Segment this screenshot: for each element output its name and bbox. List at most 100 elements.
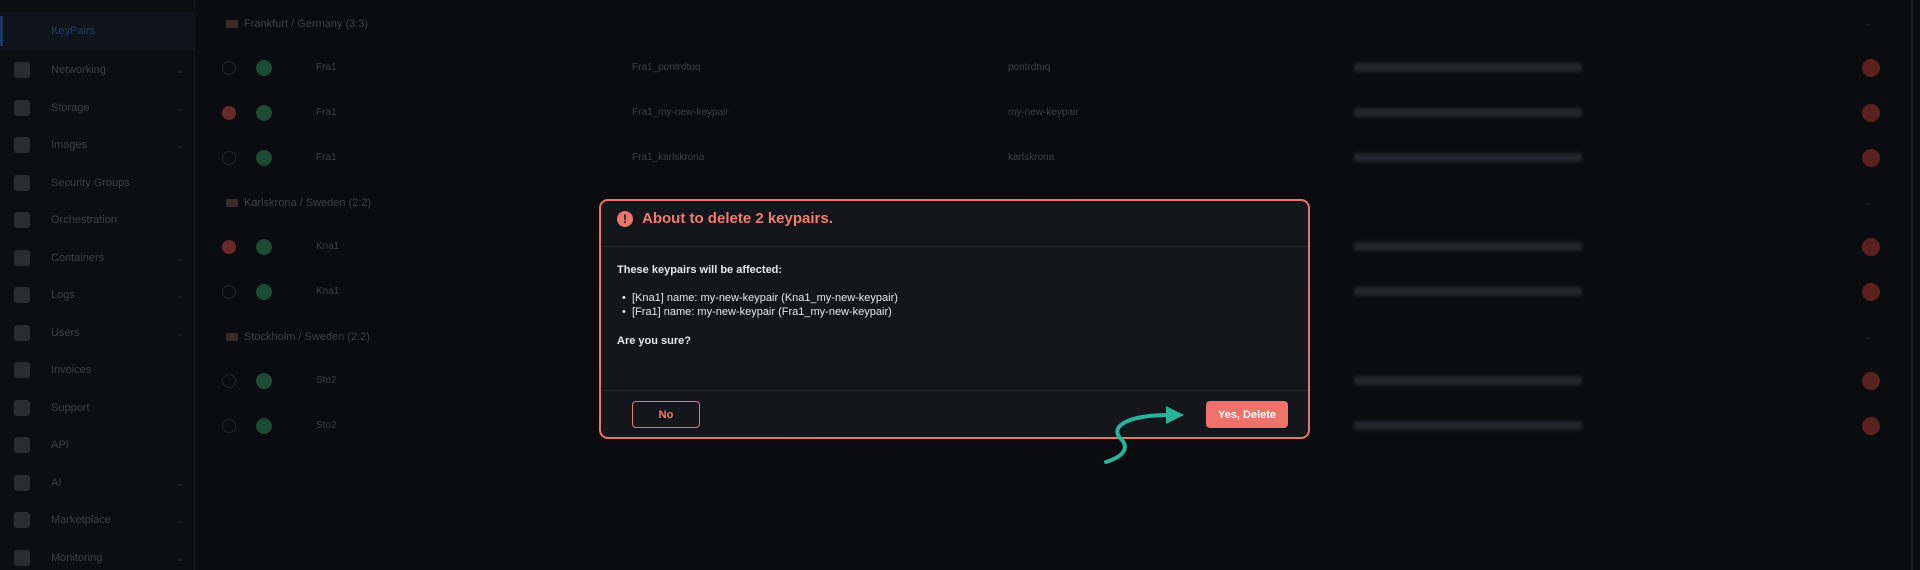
- cell-name: pontrdtuq: [1008, 62, 1051, 73]
- region-group-title: Frankfurt / Germany (3:3): [244, 18, 369, 30]
- flag-icon: [226, 20, 238, 28]
- sidebar-item-label: Monitoring: [51, 552, 103, 564]
- cell-region: Kna1: [316, 286, 340, 297]
- delete-icon[interactable]: [1862, 238, 1880, 256]
- table-row[interactable]: Fra1 Fra1_karlskrona karlskrona: [196, 137, 1914, 181]
- scrollbar[interactable]: [1911, 0, 1913, 570]
- chevron-down-icon: ⌄: [176, 64, 184, 75]
- check-circle-icon: [256, 60, 272, 76]
- row-checkbox[interactable]: [222, 240, 236, 254]
- cell-id: Fra1_pontrdtuq: [632, 62, 701, 73]
- sidebar-item-logs[interactable]: Logs ⌄: [0, 280, 195, 310]
- chevron-down-icon[interactable]: ⌄: [1864, 197, 1872, 208]
- delete-icon[interactable]: [1862, 417, 1880, 435]
- row-checkbox[interactable]: [222, 419, 236, 433]
- fingerprint-redacted: [1354, 376, 1582, 385]
- table-row[interactable]: Fra1 Fra1_my-new-keypair my-new-keypair: [196, 92, 1914, 136]
- dialog-header: ! About to delete 2 keypairs.: [601, 201, 1308, 247]
- sidebar-item-networking[interactable]: Networking ⌄: [0, 55, 195, 85]
- cell-region: Sto2: [316, 375, 337, 386]
- region-group-header[interactable]: Karlskrona / Sweden (2:2): [226, 193, 371, 213]
- plug-icon: [14, 437, 30, 453]
- region-group-title: Stockholm / Sweden (2:2): [244, 331, 370, 343]
- globe-icon: [14, 250, 30, 266]
- sidebar-item-ai[interactable]: AI ⌄: [0, 468, 195, 498]
- sidebar-item-label: Orchestration: [51, 214, 118, 226]
- cell-name: karlskrona: [1008, 152, 1055, 163]
- flame-icon: [14, 212, 30, 228]
- dialog-title: About to delete 2 keypairs.: [642, 210, 833, 227]
- delete-icon[interactable]: [1862, 59, 1880, 77]
- confirm-question: Are you sure?: [617, 335, 691, 347]
- row-checkbox[interactable]: [222, 151, 236, 165]
- delete-icon[interactable]: [1862, 104, 1880, 122]
- chevron-down-icon[interactable]: ⌄: [1864, 18, 1872, 29]
- affected-list: [Kna1] name: my-new-keypair (Kna1_my-new…: [617, 291, 1297, 319]
- sidebar-item-security-groups[interactable]: Security Groups: [0, 168, 195, 198]
- delete-icon[interactable]: [1862, 149, 1880, 167]
- no-button[interactable]: No: [632, 401, 700, 428]
- row-checkbox[interactable]: [222, 285, 236, 299]
- sidebar-item-monitoring[interactable]: Monitoring ⌄: [0, 543, 195, 570]
- yes-delete-button[interactable]: Yes, Delete: [1206, 401, 1288, 428]
- cell-region: Fra1: [316, 62, 337, 73]
- chevron-down-icon: ⌄: [176, 477, 184, 488]
- row-checkbox[interactable]: [222, 106, 236, 120]
- sidebar-item-label: KeyPairs: [51, 25, 96, 37]
- storage-icon: [14, 100, 30, 116]
- delete-icon[interactable]: [1862, 372, 1880, 390]
- region-group-header[interactable]: Frankfurt / Germany (3:3): [226, 14, 368, 34]
- shield-icon: [14, 175, 30, 191]
- sidebar-item-storage[interactable]: Storage ⌄: [0, 93, 195, 123]
- check-circle-icon: [256, 239, 272, 255]
- region-group-header[interactable]: Stockholm / Sweden (2:2): [226, 327, 370, 347]
- cell-id: Fra1_my-new-keypair: [632, 107, 729, 118]
- row-checkbox[interactable]: [222, 374, 236, 388]
- network-icon: [14, 62, 30, 78]
- sidebar-item-label: API: [51, 439, 69, 451]
- sidebar-item-images[interactable]: Images ⌄: [0, 130, 195, 160]
- row-checkbox[interactable]: [222, 61, 236, 75]
- flag-icon: [226, 199, 238, 207]
- invoice-icon: [14, 362, 30, 378]
- camera-icon: [14, 137, 30, 153]
- chevron-down-icon: ⌄: [176, 252, 184, 263]
- sidebar-item-label: Containers: [51, 252, 105, 264]
- fingerprint-redacted: [1354, 242, 1582, 251]
- ai-icon: [14, 475, 30, 491]
- sidebar-item-users[interactable]: Users ⌄: [0, 318, 195, 348]
- sidebar-item-invoices[interactable]: Invoices: [0, 355, 195, 385]
- table-row[interactable]: Fra1 Fra1_pontrdtuq pontrdtuq: [196, 47, 1914, 91]
- sidebar-item-label: AI: [51, 477, 62, 489]
- fingerprint-redacted: [1354, 287, 1582, 296]
- active-indicator: [0, 16, 3, 46]
- chevron-down-icon[interactable]: ⌄: [1864, 331, 1872, 342]
- delete-icon[interactable]: [1862, 283, 1880, 301]
- sidebar-item-api[interactable]: API: [0, 430, 195, 460]
- check-circle-icon: [256, 373, 272, 389]
- sidebar-item-marketplace[interactable]: Marketplace ⌄: [0, 505, 195, 535]
- sidebar-item-label: Marketplace: [51, 514, 111, 526]
- sidebar-item-label: Security Groups: [51, 177, 130, 189]
- cell-region: Fra1: [316, 107, 337, 118]
- sidebar-item-keypairs[interactable]: KeyPairs: [0, 12, 195, 50]
- sidebar-item-orchestration[interactable]: Orchestration: [0, 205, 195, 235]
- chevron-down-icon: ⌄: [176, 102, 184, 113]
- chevron-down-icon: ⌄: [176, 552, 184, 563]
- sidebar-item-containers[interactable]: Containers ⌄: [0, 243, 195, 273]
- affected-label: These keypairs will be affected:: [617, 264, 783, 276]
- list-item: [Kna1] name: my-new-keypair (Kna1_my-new…: [622, 291, 1297, 305]
- support-icon: [14, 400, 30, 416]
- check-circle-icon: [256, 284, 272, 300]
- annotation-arrow-icon: [1104, 406, 1184, 464]
- cell-region: Sto2: [316, 420, 337, 431]
- cell-name: my-new-keypair: [1008, 107, 1079, 118]
- check-circle-icon: [256, 418, 272, 434]
- chevron-down-icon: ⌄: [176, 289, 184, 300]
- chart-icon: [14, 550, 30, 566]
- sidebar-item-support[interactable]: Support: [0, 393, 195, 423]
- check-circle-icon: [256, 150, 272, 166]
- cell-region: Kna1: [316, 241, 340, 252]
- cell-region: Fra1: [316, 152, 337, 163]
- fingerprint-redacted: [1354, 63, 1582, 72]
